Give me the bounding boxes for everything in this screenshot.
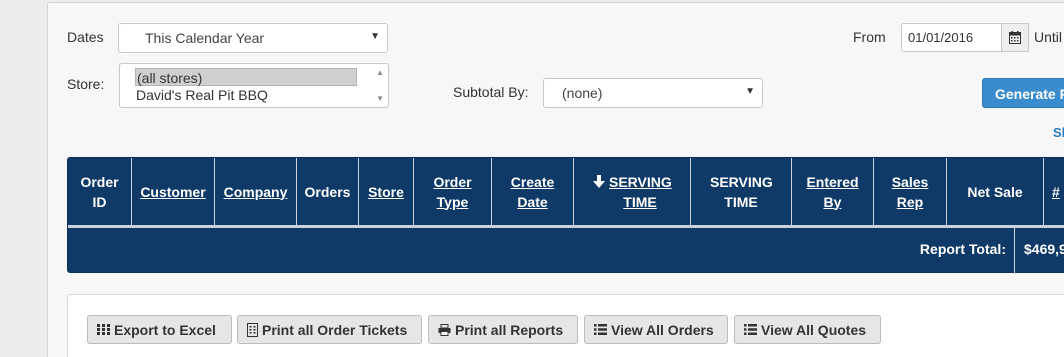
view-all-quotes-label: View All Quotes <box>761 321 867 338</box>
list-icon <box>744 324 757 335</box>
from-label: From <box>853 29 886 45</box>
document-icon <box>247 322 258 337</box>
list-icon <box>594 324 607 335</box>
subtotal-label: Subtotal By: <box>453 84 529 100</box>
report-total-value: $469,959.28 <box>1024 241 1064 257</box>
store-label: Store: <box>67 76 105 92</box>
dates-select[interactable]: This Calendar Year ▼ <box>118 23 388 53</box>
view-all-orders-button[interactable]: View All Orders <box>584 315 728 344</box>
store-listbox[interactable]: (all stores) David's Real Pit BBQ ▲ ▼ <box>119 63 389 108</box>
table-header-row: Order ID Customer Company Orders Store O… <box>68 158 1064 225</box>
dates-label: Dates <box>67 29 104 45</box>
header-serving-time: SERVING TIME <box>691 158 792 225</box>
until-label: Until <box>1034 29 1063 45</box>
report-table: Order ID Customer Company Orders Store O… <box>67 157 1064 273</box>
header-order-type[interactable]: Order Type <box>414 158 492 225</box>
export-excel-label: Export to Excel <box>114 321 216 338</box>
chevron-down-icon: ▼ <box>745 86 755 97</box>
dates-select-value: This Calendar Year <box>145 30 265 46</box>
generate-report-button[interactable]: Generate R <box>982 78 1064 108</box>
header-create-date[interactable]: Create Date <box>492 158 574 225</box>
header-serving-time-sorted[interactable]: SERVING TIME <box>574 158 691 225</box>
export-excel-button[interactable]: Export to Excel <box>87 315 232 344</box>
arrow-down-icon <box>593 174 605 188</box>
header-count[interactable]: # <box>1044 158 1064 225</box>
print-reports-label: Print all Reports <box>455 321 564 338</box>
header-entered-by[interactable]: Entered By <box>792 158 874 225</box>
printer-icon <box>438 323 451 336</box>
subtotal-select-value: (none) <box>562 85 603 101</box>
chevron-down-icon: ▼ <box>370 31 380 42</box>
print-reports-button[interactable]: Print all Reports <box>428 315 578 344</box>
show-link[interactable]: Sh <box>1053 125 1064 140</box>
print-order-tickets-label: Print all Order Tickets <box>262 321 408 338</box>
calendar-icon <box>1009 31 1021 44</box>
scroll-down-icon[interactable]: ▼ <box>376 94 384 103</box>
scroll-up-icon[interactable]: ▲ <box>376 68 384 77</box>
header-order-id: Order ID <box>68 158 132 225</box>
header-serving-time-label: SERVING TIME <box>609 173 672 210</box>
view-all-orders-label: View All Orders <box>611 321 714 338</box>
header-divider <box>68 225 1064 228</box>
header-sales-rep[interactable]: Sales Rep <box>874 158 947 225</box>
header-orders: Orders <box>297 158 359 225</box>
from-date-input[interactable]: 01/01/2016 <box>901 23 1002 52</box>
header-customer[interactable]: Customer <box>132 158 215 225</box>
print-order-tickets-button[interactable]: Print all Order Tickets <box>237 315 422 344</box>
calendar-button[interactable] <box>1001 23 1029 52</box>
header-store[interactable]: Store <box>359 158 414 225</box>
header-net-sale: Net Sale <box>947 158 1044 225</box>
store-option-bbq[interactable]: David's Real Pit BBQ <box>135 86 357 104</box>
view-all-quotes-button[interactable]: View All Quotes <box>734 315 881 344</box>
report-total-label: Report Total: <box>919 241 1006 257</box>
total-divider <box>1014 228 1015 273</box>
store-option-all[interactable]: (all stores) <box>135 68 357 86</box>
grid-icon <box>97 324 110 335</box>
subtotal-select[interactable]: (none) ▼ <box>543 78 763 108</box>
header-company[interactable]: Company <box>215 158 297 225</box>
